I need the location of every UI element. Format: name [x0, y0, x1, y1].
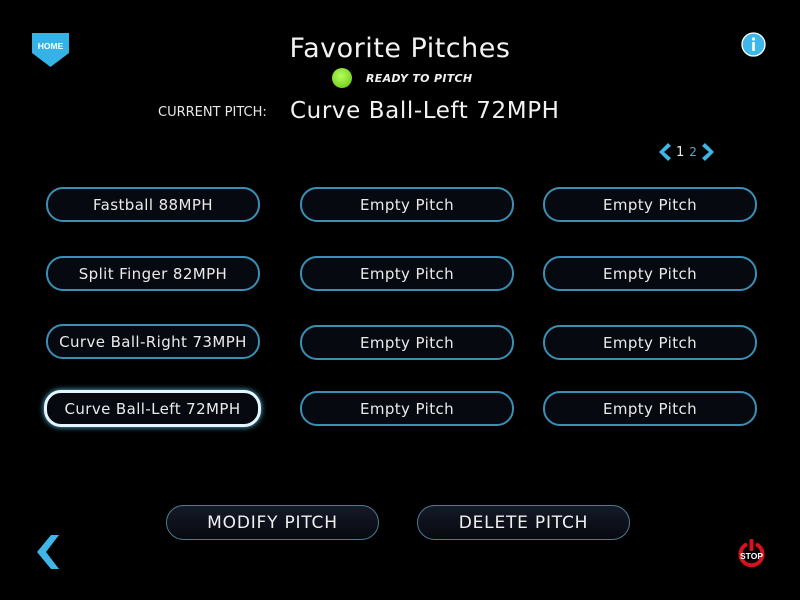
delete-pitch-button[interactable]: DELETE PITCH: [417, 505, 630, 540]
pitch-slot-5[interactable]: Empty Pitch: [300, 256, 514, 291]
current-pitch-label: CURRENT PITCH:: [158, 105, 267, 120]
prev-page-icon[interactable]: [657, 143, 671, 161]
pitch-slot-10-selected[interactable]: Curve Ball-Left 72MPH: [44, 390, 261, 427]
page-2-link[interactable]: 2: [689, 145, 697, 159]
pitch-slot-12[interactable]: Empty Pitch: [543, 391, 757, 426]
modify-pitch-button[interactable]: MODIFY PITCH: [166, 505, 379, 540]
pitch-slot-3[interactable]: Empty Pitch: [543, 187, 757, 222]
status-indicator-light: [332, 68, 352, 88]
pitch-slot-6[interactable]: Empty Pitch: [543, 256, 757, 291]
page-1-link[interactable]: 1: [676, 145, 684, 160]
stop-label: STOP: [740, 551, 763, 561]
pagination: 1 2: [657, 142, 716, 162]
back-button[interactable]: [34, 535, 60, 569]
pitch-slot-9[interactable]: Empty Pitch: [543, 325, 757, 360]
stop-button[interactable]: STOP: [736, 537, 767, 569]
pitch-slot-7[interactable]: Curve Ball-Right 73MPH: [46, 324, 260, 359]
pitch-slot-2[interactable]: Empty Pitch: [300, 187, 514, 222]
page-title: Favorite Pitches: [289, 33, 511, 64]
next-page-icon[interactable]: [701, 143, 716, 161]
pitch-slot-4[interactable]: Split Finger 82MPH: [46, 256, 260, 291]
power-stop-icon: STOP: [738, 539, 765, 568]
pitch-slot-11[interactable]: Empty Pitch: [300, 391, 514, 426]
status-text: READY TO PITCH: [366, 72, 473, 85]
chevron-left-icon: [37, 535, 59, 569]
pitch-slot-8[interactable]: Empty Pitch: [300, 325, 514, 360]
current-pitch-value: Curve Ball-Left 72MPH: [290, 98, 560, 124]
info-button[interactable]: [741, 32, 766, 57]
info-icon: [741, 32, 766, 57]
pitch-slot-1[interactable]: Fastball 88MPH: [46, 187, 260, 222]
